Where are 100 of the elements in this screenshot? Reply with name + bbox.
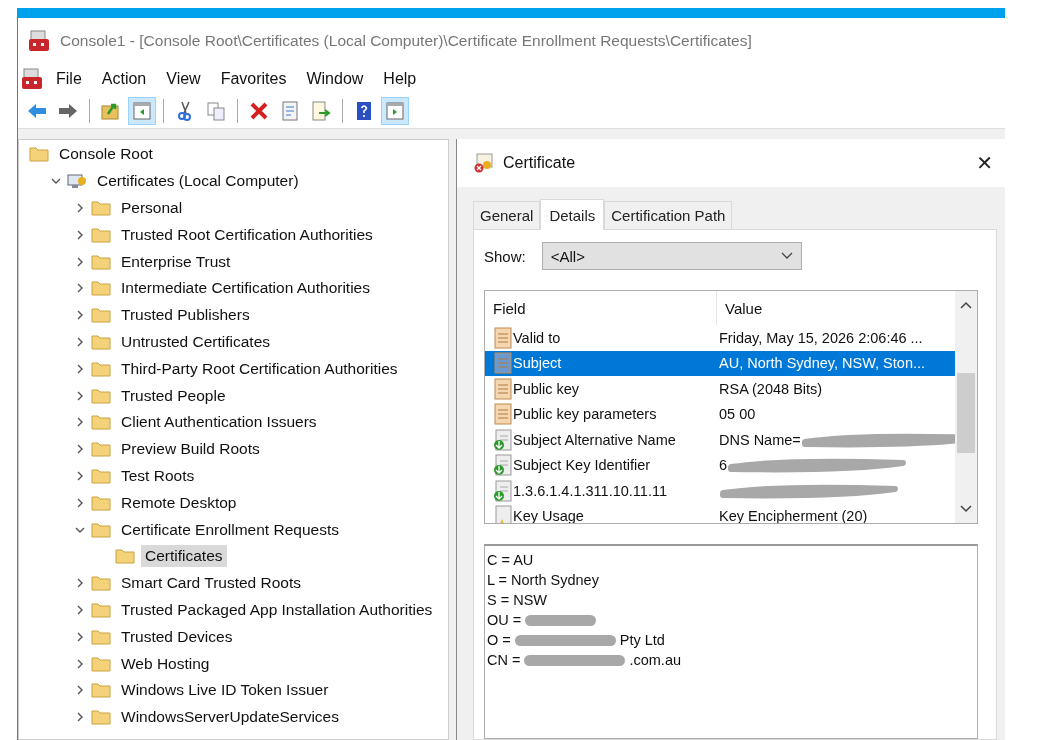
tree-item[interactable]: Certificate Enrollment Requests — [117, 518, 343, 541]
field-row[interactable]: Public key RSA (2048 Bits) — [485, 376, 955, 402]
folder-icon — [91, 440, 111, 459]
tree-item[interactable]: Untrusted Certificates — [117, 330, 275, 353]
folder-icon — [91, 359, 111, 378]
expand-chevron-icon[interactable] — [75, 497, 85, 508]
tree-item[interactable]: Intermediate Certification Authorities — [117, 277, 374, 300]
certificate-icon — [473, 152, 495, 174]
tree-item[interactable]: Certificates — [141, 545, 227, 568]
detail-line: C = AU — [487, 551, 534, 570]
expand-chevron-icon[interactable] — [75, 604, 85, 615]
tree-item[interactable]: Trusted Publishers — [117, 304, 254, 327]
scrollbar-thumb[interactable] — [957, 373, 975, 453]
field-name: Public key parameters — [513, 406, 658, 423]
expand-chevron-icon[interactable] — [75, 417, 85, 428]
expand-chevron-icon[interactable] — [75, 631, 85, 642]
tree-item[interactable]: Remote Desktop — [117, 491, 241, 514]
menu-item[interactable]: Window — [299, 67, 371, 91]
expand-chevron-icon[interactable] — [75, 256, 85, 267]
dialog-title: Certificate — [503, 154, 577, 172]
expand-chevron-icon[interactable] — [75, 578, 85, 589]
tree-item[interactable]: Personal — [117, 197, 187, 219]
field-value: RSA (2048 Bits) — [719, 380, 823, 397]
menu-item[interactable]: File — [49, 67, 89, 91]
expand-chevron-icon[interactable] — [75, 229, 85, 240]
tree-item[interactable]: Client Authentication Issuers — [117, 411, 321, 434]
menu-item[interactable]: Favorites — [213, 67, 294, 91]
document-icon — [493, 403, 513, 426]
folder-icon — [91, 681, 111, 700]
expand-chevron-icon[interactable] — [75, 712, 85, 723]
tree-item[interactable]: Console Root — [55, 143, 157, 166]
field-value: DNS Name= — [719, 431, 801, 448]
field-row[interactable]: 1.3.6.1.4.1.311.10.11.11 — [485, 478, 955, 504]
expand-chevron-icon[interactable] — [75, 390, 85, 401]
tree-item[interactable]: Web Hosting — [117, 652, 214, 675]
menu-item[interactable]: Action — [94, 67, 154, 91]
pane-icon — [384, 100, 406, 122]
field-name: Public key — [513, 380, 581, 397]
detail-line: CN = — [487, 651, 521, 670]
close-button[interactable]: ✕ — [964, 147, 1005, 179]
field-name: Valid to — [513, 329, 562, 346]
folder-icon — [91, 627, 111, 646]
folder-icon — [91, 600, 111, 619]
expand-chevron-icon[interactable] — [75, 283, 85, 294]
tab[interactable]: General — [473, 201, 541, 229]
extension-document-icon — [493, 479, 513, 502]
tree-item[interactable]: WindowsServerUpdateServices — [117, 706, 343, 729]
field-name: Subject Key Identifier — [513, 457, 652, 474]
folder-icon — [91, 332, 111, 351]
expand-chevron-icon[interactable] — [75, 203, 85, 213]
field-row[interactable]: Subject AU, North Sydney, NSW, Ston... — [485, 350, 955, 376]
field-row[interactable]: Valid to Friday, May 15, 2026 2:06:46 ... — [485, 325, 955, 351]
field-row[interactable]: Subject Alternative Name DNS Name= — [485, 427, 955, 453]
tree-item[interactable]: Trusted Packaged App Installation Authorities — [117, 598, 437, 621]
details-text-box[interactable]: C = AU L = North Sydney S = NSW OU = O = Pty Ltd CN = .com.au — [484, 544, 978, 739]
folder-icon — [91, 654, 111, 673]
tree-item[interactable]: Trusted Root Certification Authorities — [117, 223, 377, 246]
field-name: 1.3.6.1.4.1.311.10.11.11 — [513, 482, 668, 499]
expand-chevron-icon[interactable] — [75, 658, 85, 669]
field-name: Subject — [513, 355, 563, 372]
document-icon — [279, 100, 301, 122]
certificate-computer-icon — [67, 172, 87, 191]
tree-item[interactable]: Enterprise Trust — [117, 250, 235, 273]
tree-item[interactable]: Trusted Devices — [117, 625, 237, 648]
tree-item[interactable]: Third-Party Root Certification Authorities — [117, 357, 402, 380]
column-header[interactable]: Value — [717, 291, 763, 325]
copy-icon — [205, 100, 227, 122]
tree-item[interactable]: Test Roots — [117, 464, 199, 487]
app-icon[interactable] — [21, 68, 43, 90]
expand-chevron-icon[interactable] — [75, 444, 85, 455]
delete-icon — [248, 100, 270, 122]
detail-line: L = North Sydney — [487, 571, 599, 590]
tree-item[interactable]: Windows Live ID Token Issuer — [117, 679, 333, 702]
document-icon — [493, 326, 513, 349]
tree-item[interactable]: Trusted People — [117, 384, 230, 407]
menu-item[interactable]: Help — [376, 67, 424, 91]
tree-item[interactable]: Certificates (Local Computer) — [93, 170, 303, 193]
expand-chevron-icon[interactable] — [75, 363, 85, 374]
field-row[interactable]: Public key parameters 05 00 — [485, 401, 955, 427]
scroll-up-icon[interactable] — [960, 301, 972, 309]
tree-item[interactable]: Smart Card Trusted Roots — [117, 572, 306, 595]
menu-item[interactable]: View — [159, 67, 208, 91]
pane-toggle-button[interactable] — [381, 97, 409, 125]
folder-icon — [29, 145, 49, 164]
tree-item[interactable]: Preview Build Roots — [117, 438, 264, 461]
column-header[interactable]: Field — [485, 291, 717, 325]
expand-chevron-icon[interactable] — [75, 310, 85, 321]
tree-toggle-button[interactable] — [128, 97, 156, 125]
scroll-down-icon[interactable] — [960, 505, 972, 513]
detail-line: O = — [487, 631, 511, 650]
folder-icon — [91, 252, 111, 271]
expand-chevron-icon[interactable] — [75, 470, 85, 481]
expand-chevron-icon[interactable] — [75, 685, 85, 696]
field-row[interactable]: Subject Key Identifier 6 — [485, 452, 955, 478]
tab[interactable]: Details — [540, 199, 605, 230]
show-dropdown[interactable]: <All> — [541, 242, 802, 270]
expand-chevron-icon[interactable] — [75, 336, 85, 347]
field-name: Subject Alternative Name — [513, 431, 677, 448]
tab[interactable]: Certification Path — [604, 201, 733, 229]
document-icon — [493, 377, 513, 400]
